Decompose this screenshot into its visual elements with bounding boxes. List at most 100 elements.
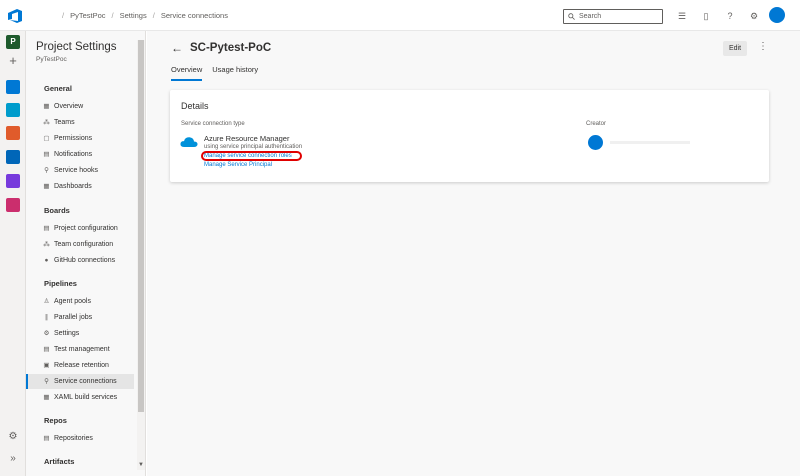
page-title: SC-Pytest-PoC xyxy=(190,42,272,54)
scroll-down-icon[interactable]: ▼ xyxy=(137,462,145,468)
service-type-description: using service principal authentication xyxy=(204,144,303,150)
expand-icon[interactable]: » xyxy=(6,452,20,466)
tab-usage-history[interactable]: Usage history xyxy=(212,65,258,81)
settings-nav: Project Settings PyTestPoc General ▦ Over… xyxy=(26,31,146,476)
nav-item-label: Team configuration xyxy=(54,241,114,248)
test-icon: ▤ xyxy=(43,346,50,353)
creator-name-redacted xyxy=(610,141,690,144)
nav-item-teams[interactable]: ⁂ Teams xyxy=(26,115,134,130)
nav-item-label: Notifications xyxy=(54,151,93,158)
section-boards: Boards xyxy=(44,206,70,215)
plug-icon: ⚲ xyxy=(44,378,49,385)
nav-item-label: Teams xyxy=(54,119,75,126)
breadcrumb-project[interactable]: PyTestPoc xyxy=(70,11,105,20)
github-icon: ● xyxy=(44,257,49,264)
list-icon[interactable]: ☰ xyxy=(676,10,688,22)
nav-item-xaml-build-services[interactable]: ▦ XAML build services xyxy=(26,390,134,405)
user-settings-icon[interactable]: ⚙ xyxy=(748,10,760,22)
nav-item-service-hooks[interactable]: ⚲ Service hooks xyxy=(26,163,134,178)
search-placeholder: Search xyxy=(579,13,602,20)
nav-item-test-management[interactable]: ▤ Test management xyxy=(26,342,134,357)
nav-item-permissions[interactable]: ▢ Permissions xyxy=(26,131,134,146)
nav-item-github-connections[interactable]: ● GitHub connections xyxy=(26,253,134,268)
nav-item-label: Dashboards xyxy=(54,183,92,190)
nav-item-agent-pools[interactable]: ♙ Agent pools xyxy=(26,294,134,309)
nav-item-notifications[interactable]: ▤ Notifications xyxy=(26,147,134,162)
search-box[interactable]: Search xyxy=(563,9,663,24)
shopping-bag-icon[interactable]: ▯ xyxy=(700,10,712,22)
nav-item-label: Agent pools xyxy=(54,298,91,305)
nav-scrollbar[interactable]: ▼ xyxy=(137,40,145,470)
azure-cloud-icon xyxy=(180,137,198,147)
nav-item-label: Overview xyxy=(54,103,84,110)
top-icons: ☰ ▯ ? ⚙ xyxy=(676,10,760,22)
project-avatar[interactable]: P xyxy=(6,35,20,49)
nav-item-label: Parallel jobs xyxy=(54,314,93,321)
artifacts-icon[interactable] xyxy=(6,198,20,212)
nav-item-repositories[interactable]: ▤ Repositories xyxy=(26,431,134,446)
help-icon[interactable]: ? xyxy=(724,10,736,22)
user-avatar[interactable] xyxy=(769,7,785,23)
section-repos: Repos xyxy=(44,416,67,425)
agent-pool-icon: ♙ xyxy=(43,298,50,305)
nav-item-label: Release retention xyxy=(54,362,109,369)
teams-icon: ⁂ xyxy=(43,119,50,126)
breadcrumb-settings[interactable]: Settings xyxy=(120,11,147,20)
back-arrow-icon[interactable]: ← xyxy=(171,41,183,55)
azure-devops-logo-icon[interactable] xyxy=(7,8,23,24)
lock-icon: ▢ xyxy=(43,135,50,142)
overview-icon[interactable] xyxy=(6,80,20,94)
nav-title: Project Settings xyxy=(36,41,117,53)
main-content: ← SC-Pytest-PoC Edit ⋮ Overview Usage hi… xyxy=(147,31,800,476)
more-options-icon[interactable]: ⋮ xyxy=(758,41,768,52)
pipelines-icon[interactable] xyxy=(6,150,20,164)
creator-label: Creator xyxy=(586,121,607,127)
retention-icon: ▣ xyxy=(43,362,50,369)
nav-item-dashboards[interactable]: ▦ Dashboards xyxy=(26,179,134,194)
nav-item-settings[interactable]: ⚙ Settings xyxy=(26,326,134,341)
nav-item-parallel-jobs[interactable]: ∥ Parallel jobs xyxy=(26,310,134,325)
edit-button[interactable]: Edit xyxy=(723,41,747,56)
red-highlight-annotation xyxy=(201,151,302,161)
tab-overview[interactable]: Overview xyxy=(171,65,203,81)
nav-item-release-retention[interactable]: ▣ Release retention xyxy=(26,358,134,373)
card-heading: Details xyxy=(181,101,209,111)
nav-item-label: Service hooks xyxy=(54,167,98,174)
nav-item-label: Service connections xyxy=(54,378,117,385)
team-config-icon: ⁂ xyxy=(43,241,50,248)
document-icon: ▤ xyxy=(43,225,50,232)
add-icon[interactable]: + xyxy=(6,54,20,68)
search-icon xyxy=(568,13,575,20)
manage-principal-link[interactable]: Manage Service Principal xyxy=(204,162,272,168)
hook-icon: ⚲ xyxy=(44,167,49,174)
nav-item-overview[interactable]: ▦ Overview xyxy=(26,99,134,114)
gear-icon: ⚙ xyxy=(43,330,50,337)
nav-item-label: Permissions xyxy=(54,135,93,142)
section-general: General xyxy=(44,84,72,93)
build-icon: ▦ xyxy=(43,394,50,401)
nav-item-label: XAML build services xyxy=(54,394,118,401)
settings-gear-icon[interactable]: ⚙ xyxy=(6,430,20,444)
top-bar: / PyTestPoc / Settings / Service connect… xyxy=(0,0,800,31)
boards-icon[interactable] xyxy=(6,103,20,117)
parallel-icon: ∥ xyxy=(44,314,49,321)
nav-subtitle: PyTestPoc xyxy=(36,56,67,63)
section-pipelines: Pipelines xyxy=(44,279,77,288)
nav-item-service-connections[interactable]: ⚲ Service connections xyxy=(26,374,134,389)
nav-item-label: GitHub connections xyxy=(54,257,116,264)
nav-item-team-configuration[interactable]: ⁂ Team configuration xyxy=(26,237,134,252)
test-plans-icon[interactable] xyxy=(6,174,20,188)
nav-item-label: Project configuration xyxy=(54,225,118,232)
dashboard-icon: ▦ xyxy=(43,183,50,190)
breadcrumb-separator: / xyxy=(111,11,114,20)
breadcrumb-separator: / xyxy=(152,11,155,20)
repos-icon[interactable] xyxy=(6,126,20,140)
notification-icon: ▤ xyxy=(43,151,50,158)
nav-item-project-configuration[interactable]: ▤ Project configuration xyxy=(26,221,134,236)
scrollbar-thumb[interactable] xyxy=(138,40,144,412)
creator-avatar xyxy=(588,135,603,150)
left-rail: P + ⚙ » xyxy=(0,31,26,476)
service-type-name: Azure Resource Manager xyxy=(204,134,290,143)
type-label: Service connection type xyxy=(181,121,245,127)
breadcrumb-service-connections[interactable]: Service connections xyxy=(161,11,228,20)
